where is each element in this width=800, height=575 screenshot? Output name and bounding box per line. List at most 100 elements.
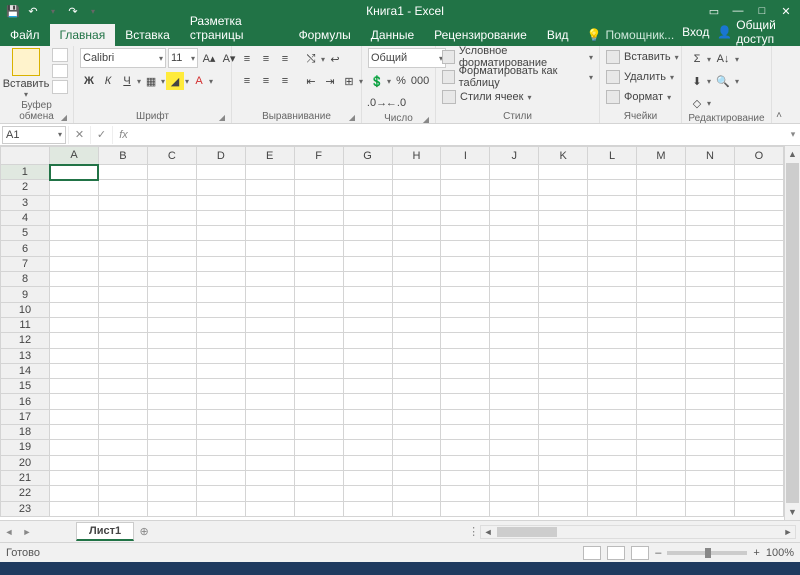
row-header[interactable]: 15 <box>1 379 50 394</box>
cell[interactable] <box>734 501 783 516</box>
cell[interactable] <box>685 501 734 516</box>
cell[interactable] <box>294 363 343 378</box>
cell[interactable] <box>343 165 392 180</box>
cell[interactable] <box>441 180 490 195</box>
name-box[interactable]: A1▾ <box>2 126 66 144</box>
cell[interactable] <box>734 226 783 241</box>
row-header[interactable]: 14 <box>1 363 50 378</box>
border-icon[interactable]: ▦ <box>142 72 160 90</box>
cell[interactable] <box>147 195 196 210</box>
cell[interactable] <box>50 409 99 424</box>
cell[interactable] <box>636 195 685 210</box>
cell[interactable] <box>147 272 196 287</box>
cell[interactable] <box>734 165 783 180</box>
cell[interactable] <box>588 409 637 424</box>
cell[interactable] <box>490 317 539 332</box>
cell[interactable] <box>147 226 196 241</box>
row-header[interactable]: 9 <box>1 287 50 302</box>
cell[interactable] <box>441 363 490 378</box>
cell[interactable] <box>343 272 392 287</box>
border-dropdown[interactable]: ▾ <box>161 77 165 86</box>
cell[interactable] <box>343 333 392 348</box>
cell[interactable] <box>392 363 441 378</box>
cell[interactable] <box>685 180 734 195</box>
cell[interactable] <box>50 302 99 317</box>
cell[interactable] <box>343 425 392 440</box>
cell[interactable] <box>490 394 539 409</box>
add-sheet-icon[interactable]: ⊕ <box>134 525 154 538</box>
cell[interactable] <box>147 287 196 302</box>
cell[interactable] <box>490 501 539 516</box>
enter-formula-icon[interactable]: ✓ <box>90 126 112 144</box>
increase-indent-icon[interactable]: ⇥ <box>321 72 339 90</box>
italic-button[interactable]: К <box>99 72 117 90</box>
autosum-dropdown[interactable]: ▾ <box>707 55 711 64</box>
cell[interactable] <box>98 394 147 409</box>
cell[interactable] <box>245 379 294 394</box>
row-header[interactable]: 12 <box>1 333 50 348</box>
cell[interactable] <box>441 241 490 256</box>
cell[interactable] <box>636 501 685 516</box>
cell[interactable] <box>441 379 490 394</box>
cell[interactable] <box>441 272 490 287</box>
cell[interactable] <box>685 287 734 302</box>
col-header[interactable]: I <box>441 147 490 165</box>
cell[interactable] <box>685 317 734 332</box>
cell[interactable] <box>50 226 99 241</box>
cell[interactable] <box>343 501 392 516</box>
cell[interactable] <box>147 486 196 501</box>
col-header[interactable]: M <box>636 147 685 165</box>
row-header[interactable]: 20 <box>1 455 50 470</box>
cell[interactable] <box>196 363 245 378</box>
cell[interactable] <box>196 486 245 501</box>
cell[interactable] <box>196 348 245 363</box>
cell[interactable] <box>539 348 588 363</box>
cell[interactable] <box>588 317 637 332</box>
cell[interactable] <box>343 226 392 241</box>
cell[interactable] <box>392 195 441 210</box>
cell[interactable] <box>343 440 392 455</box>
cell[interactable] <box>685 210 734 225</box>
cell[interactable] <box>147 302 196 317</box>
vertical-scrollbar[interactable]: ▲ ▼ <box>784 146 800 520</box>
row-header[interactable]: 16 <box>1 394 50 409</box>
cell[interactable] <box>50 272 99 287</box>
scroll-down-icon[interactable]: ▼ <box>785 504 800 520</box>
cell[interactable] <box>98 363 147 378</box>
cell[interactable] <box>294 302 343 317</box>
expand-formula-bar-icon[interactable]: ▾ <box>786 129 800 140</box>
cell[interactable] <box>294 256 343 271</box>
cell[interactable] <box>98 501 147 516</box>
cell[interactable] <box>196 302 245 317</box>
cell[interactable] <box>294 180 343 195</box>
cell[interactable] <box>343 363 392 378</box>
cell[interactable] <box>539 486 588 501</box>
cell[interactable] <box>588 210 637 225</box>
cell[interactable] <box>636 210 685 225</box>
zoom-in-icon[interactable]: + <box>753 547 759 559</box>
cell[interactable] <box>392 379 441 394</box>
cell[interactable] <box>343 470 392 485</box>
cell[interactable] <box>392 333 441 348</box>
cell[interactable] <box>392 256 441 271</box>
cell[interactable] <box>294 501 343 516</box>
cell[interactable] <box>294 379 343 394</box>
cell[interactable] <box>539 210 588 225</box>
tell-me[interactable]: 💡 Помощник... <box>579 24 683 46</box>
cell[interactable] <box>343 180 392 195</box>
cell[interactable] <box>147 470 196 485</box>
cell[interactable] <box>588 379 637 394</box>
insert-cells-button[interactable]: Вставить▾ <box>606 48 679 66</box>
cell[interactable] <box>636 287 685 302</box>
signin-link[interactable]: Вход <box>682 25 709 39</box>
cell[interactable] <box>734 409 783 424</box>
align-center-icon[interactable]: ≡ <box>257 72 275 90</box>
cell[interactable] <box>343 256 392 271</box>
col-header[interactable]: J <box>490 147 539 165</box>
cell[interactable] <box>98 272 147 287</box>
cell[interactable] <box>98 210 147 225</box>
cell[interactable] <box>245 210 294 225</box>
cell[interactable] <box>636 226 685 241</box>
tab-review[interactable]: Рецензирование <box>424 24 537 46</box>
cell[interactable] <box>685 409 734 424</box>
